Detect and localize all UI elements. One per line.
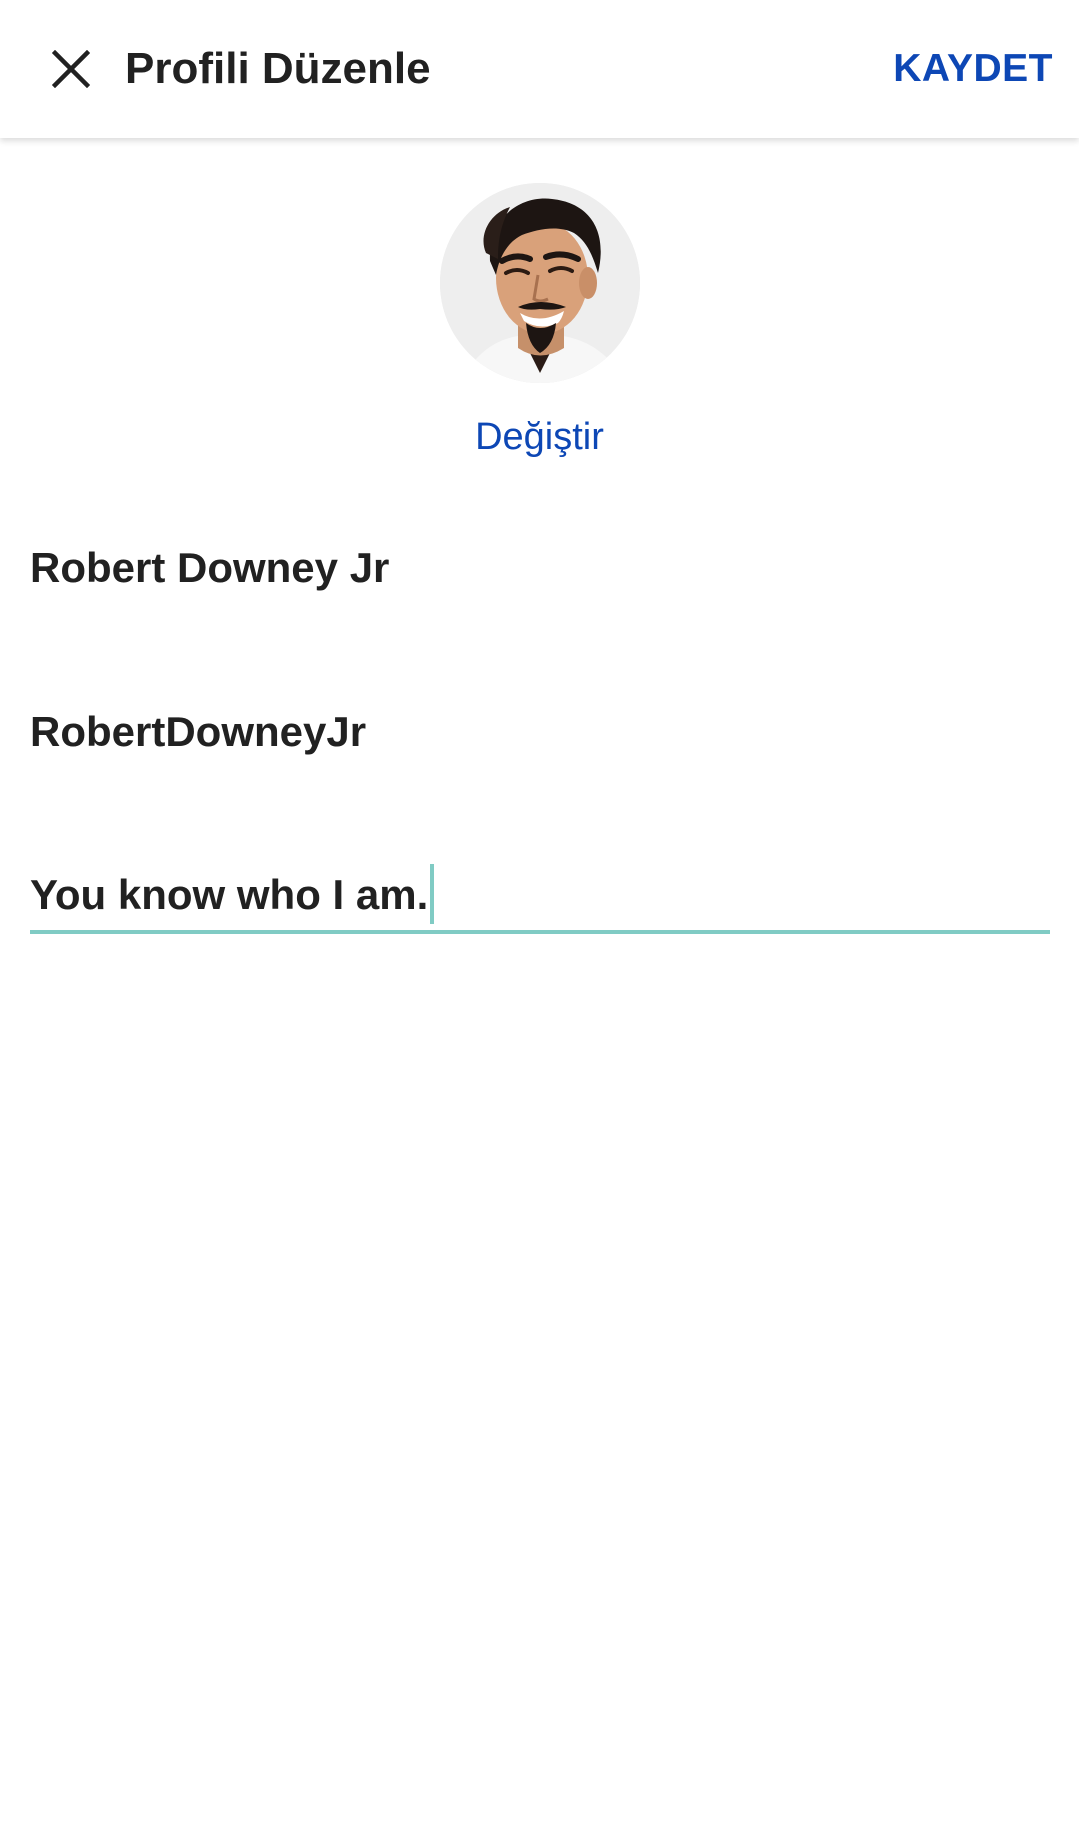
change-photo-link[interactable]: Değiştir (0, 410, 1079, 464)
avatar[interactable] (440, 183, 640, 383)
close-icon (52, 50, 90, 88)
username-field[interactable]: RobertDowneyJr (30, 697, 1050, 767)
profile-photo (440, 183, 640, 383)
save-button[interactable]: KAYDET (893, 40, 1053, 98)
page-title: Profili Düzenle (125, 44, 431, 93)
text-cursor (430, 863, 435, 924)
name-field[interactable]: Robert Downey Jr (30, 533, 1050, 603)
bio-text: You know who I am. (30, 871, 429, 918)
close-button[interactable] (40, 38, 102, 100)
app-toolbar: Profili Düzenle KAYDET (0, 0, 1079, 138)
bio-field[interactable]: You know who I am. (30, 860, 1050, 934)
